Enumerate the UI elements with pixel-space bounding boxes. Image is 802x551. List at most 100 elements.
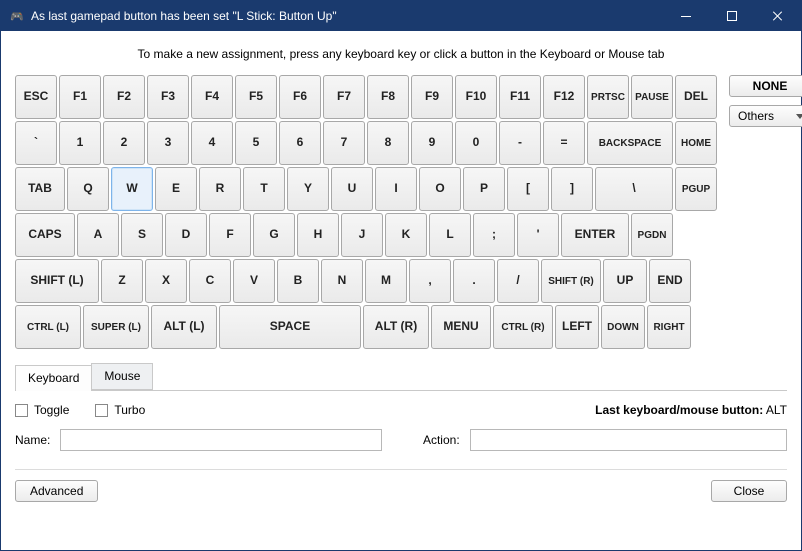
key-f10[interactable]: F10 [455,75,497,119]
app-icon: 🎮 [9,8,25,24]
key-7[interactable]: 7 [323,121,365,165]
key-home[interactable]: HOME [675,121,717,165]
key-k[interactable]: K [385,213,427,257]
key-down[interactable]: DOWN [601,305,645,349]
key-ctrl-l[interactable]: CTRL (L) [15,305,81,349]
turbo-checkbox[interactable]: Turbo [95,403,145,417]
toggle-checkbox[interactable]: Toggle [15,403,69,417]
key-prtsc[interactable]: PRTSC [587,75,629,119]
key-[interactable]: - [499,121,541,165]
key-del[interactable]: DEL [675,75,717,119]
close-window-button[interactable] [755,1,801,31]
key-f11[interactable]: F11 [499,75,541,119]
key-x[interactable]: X [145,259,187,303]
key-9[interactable]: 9 [411,121,453,165]
key-v[interactable]: V [233,259,275,303]
window-buttons [663,1,801,31]
key-z[interactable]: Z [101,259,143,303]
key-tab[interactable]: TAB [15,167,65,211]
minimize-button[interactable] [663,1,709,31]
key-f5[interactable]: F5 [235,75,277,119]
key-f12[interactable]: F12 [543,75,585,119]
key-menu[interactable]: MENU [431,305,491,349]
key-f[interactable]: F [209,213,251,257]
key-m[interactable]: M [365,259,407,303]
key-w[interactable]: W [111,167,153,211]
key-[interactable]: . [453,259,495,303]
tab-keyboard[interactable]: Keyboard [15,365,92,391]
key-2[interactable]: 2 [103,121,145,165]
none-button[interactable]: NONE [729,75,802,97]
key-4[interactable]: 4 [191,121,233,165]
name-label: Name: [15,433,50,447]
close-button[interactable]: Close [711,480,787,502]
key-ctrl-r[interactable]: CTRL (R) [493,305,553,349]
key-pause[interactable]: PAUSE [631,75,673,119]
key-shift-l[interactable]: SHIFT (L) [15,259,99,303]
key-alt-l[interactable]: ALT (L) [151,305,217,349]
key-enter[interactable]: ENTER [561,213,629,257]
maximize-button[interactable] [709,1,755,31]
key-left[interactable]: LEFT [555,305,599,349]
key-[interactable]: [ [507,167,549,211]
key-esc[interactable]: ESC [15,75,57,119]
key-f8[interactable]: F8 [367,75,409,119]
others-dropdown[interactable]: Others [729,105,802,127]
key-b[interactable]: B [277,259,319,303]
action-input[interactable] [470,429,787,451]
key-3[interactable]: 3 [147,121,189,165]
key-y[interactable]: Y [287,167,329,211]
key-[interactable]: / [497,259,539,303]
key-g[interactable]: G [253,213,295,257]
key-u[interactable]: U [331,167,373,211]
key-f7[interactable]: F7 [323,75,365,119]
key-[interactable]: ] [551,167,593,211]
key-up[interactable]: UP [603,259,647,303]
key-h[interactable]: H [297,213,339,257]
key-pgup[interactable]: PGUP [675,167,717,211]
key-a[interactable]: A [77,213,119,257]
key-[interactable]: , [409,259,451,303]
key-[interactable]: = [543,121,585,165]
key-f1[interactable]: F1 [59,75,101,119]
key-super-l[interactable]: SUPER (L) [83,305,149,349]
key-o[interactable]: O [419,167,461,211]
key-[interactable]: ; [473,213,515,257]
key-5[interactable]: 5 [235,121,277,165]
key-f4[interactable]: F4 [191,75,233,119]
key-caps[interactable]: CAPS [15,213,75,257]
name-input[interactable] [60,429,381,451]
key-e[interactable]: E [155,167,197,211]
key-[interactable]: \ [595,167,673,211]
key-f6[interactable]: F6 [279,75,321,119]
key-pgdn[interactable]: PGDN [631,213,673,257]
key-end[interactable]: END [649,259,691,303]
key-space[interactable]: SPACE [219,305,361,349]
key-backspace[interactable]: BACKSPACE [587,121,673,165]
key-[interactable]: ' [517,213,559,257]
key-alt-r[interactable]: ALT (R) [363,305,429,349]
key-shift-r[interactable]: SHIFT (R) [541,259,601,303]
key-f3[interactable]: F3 [147,75,189,119]
key-d[interactable]: D [165,213,207,257]
key-right[interactable]: RIGHT [647,305,691,349]
key-j[interactable]: J [341,213,383,257]
key-i[interactable]: I [375,167,417,211]
key-t[interactable]: T [243,167,285,211]
key-c[interactable]: C [189,259,231,303]
tab-mouse[interactable]: Mouse [91,363,153,390]
key-8[interactable]: 8 [367,121,409,165]
key-l[interactable]: L [429,213,471,257]
key-q[interactable]: Q [67,167,109,211]
key-f9[interactable]: F9 [411,75,453,119]
key-1[interactable]: 1 [59,121,101,165]
key-r[interactable]: R [199,167,241,211]
key-0[interactable]: 0 [455,121,497,165]
advanced-button[interactable]: Advanced [15,480,98,502]
key-f2[interactable]: F2 [103,75,145,119]
key-s[interactable]: S [121,213,163,257]
key-p[interactable]: P [463,167,505,211]
key-6[interactable]: 6 [279,121,321,165]
key-n[interactable]: N [321,259,363,303]
key-[interactable]: ` [15,121,57,165]
